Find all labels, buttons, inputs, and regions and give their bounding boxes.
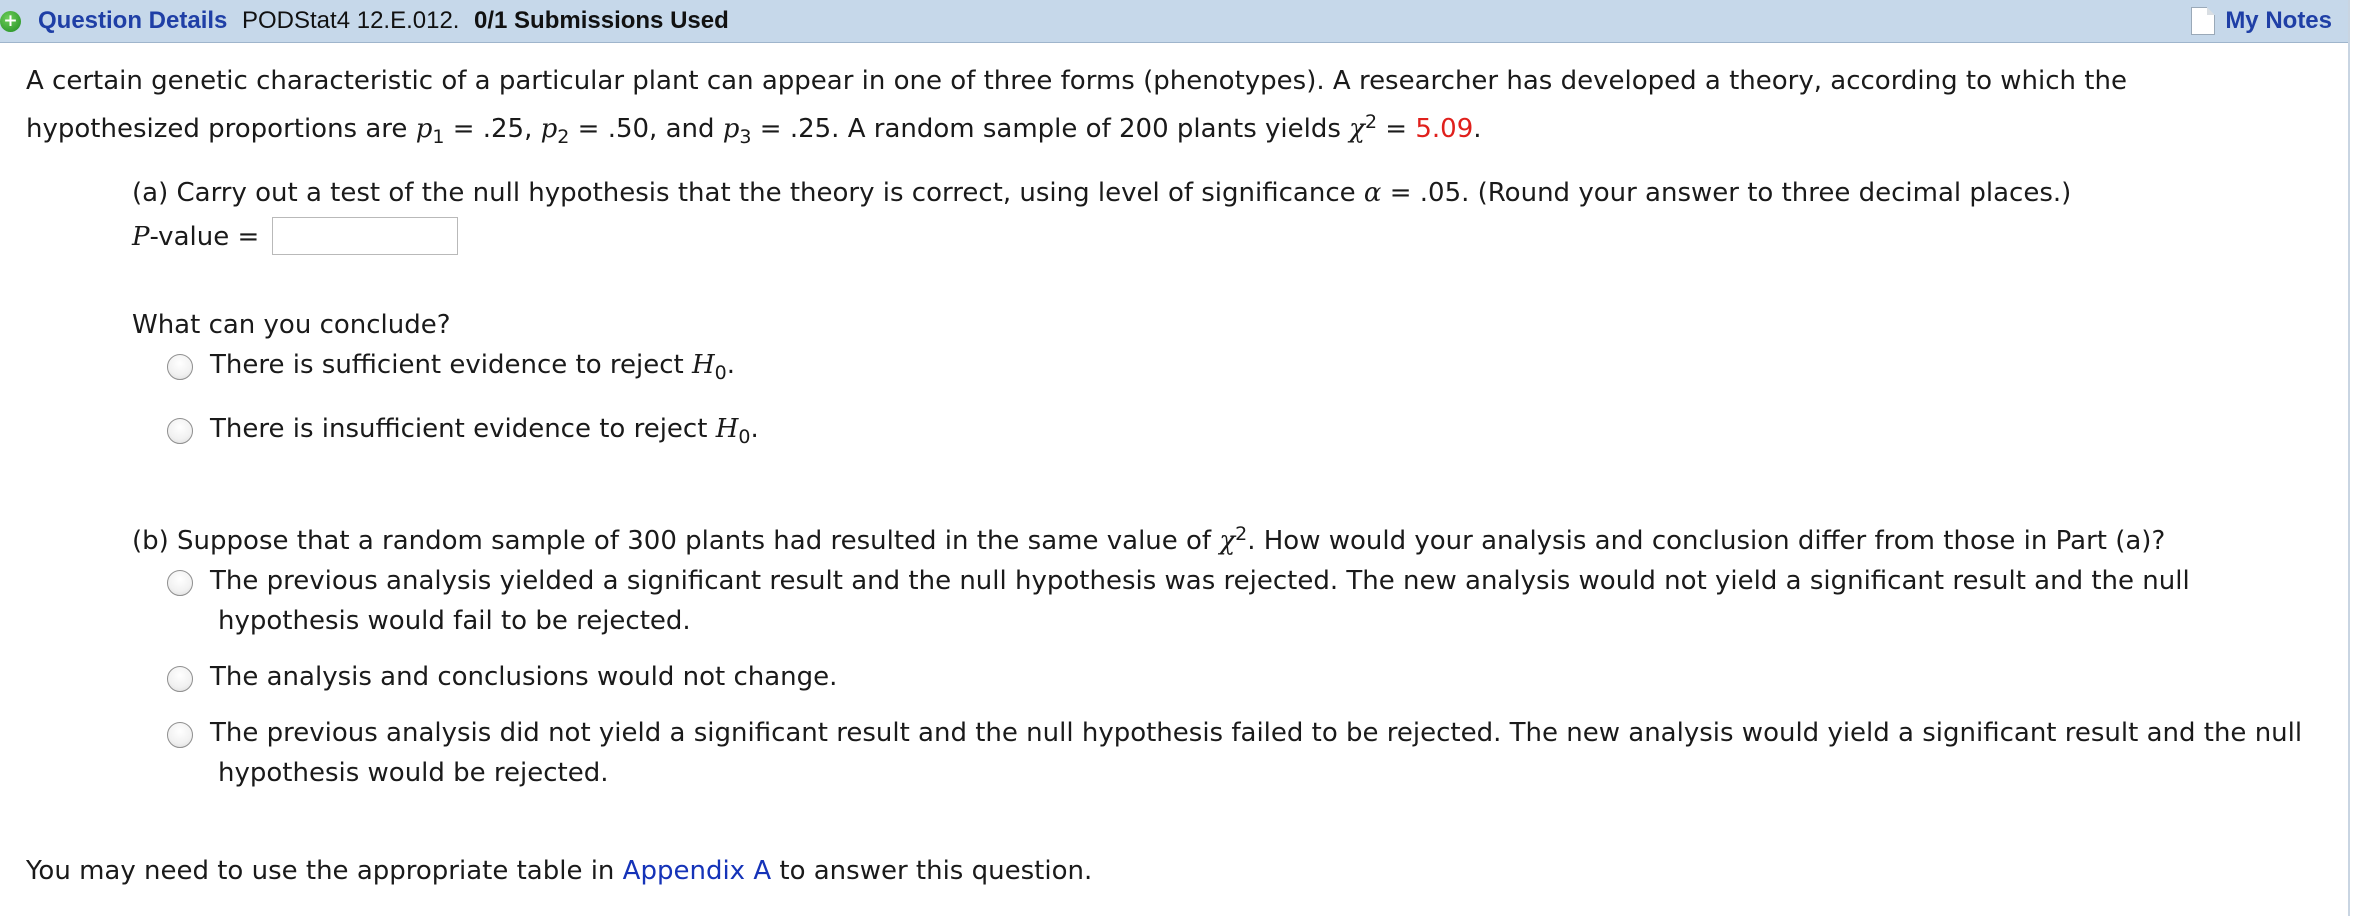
radio-b-option-2[interactable] [167,666,193,692]
chi-equals: = [1377,114,1416,144]
my-notes-label[interactable]: My Notes [2225,7,2332,35]
part-b-suffix: . How would your analysis and conclusion… [1247,526,2166,556]
option-end: . [726,350,736,380]
p1-variable: p [415,114,433,144]
p3-value: = .25. A random sample of 200 plants yie… [751,114,1341,144]
b-option-1-line2[interactable]: hypothesis would fail to be rejected. [218,604,691,638]
h0-subscript: 0 [714,362,727,384]
option-text: There is insufficient evidence to reject [210,414,708,444]
p2-subscript: 2 [557,126,570,148]
part-b-prompt: (b) Suppose that a random sample of 300 … [132,524,2165,558]
question-details-link[interactable]: Question Details [38,6,227,36]
intro-prefix: hypothesized proportions are [26,114,408,144]
chi-square-symbol: χ [1349,114,1365,144]
chi-square-exponent: 2 [1235,523,1248,545]
intro-period: . [1473,114,1482,144]
p3-variable: p [722,114,740,144]
radio-insufficient-evidence[interactable] [167,418,193,444]
h0-subscript: 0 [738,426,751,448]
pvalue-label: P-value = [132,220,259,254]
appendix-a-link[interactable]: Appendix A [623,856,771,886]
part-a-prefix: (a) Carry out a test of the null hypothe… [132,178,1356,208]
p1-value: = .25, [444,114,533,144]
submissions-count: 0/1 Submissions Used [474,7,729,34]
option-text: There is sufficient evidence to reject [210,350,684,380]
my-notes-button[interactable]: My Notes [2191,4,2332,38]
option-sufficient-evidence[interactable]: There is sufficient evidence to reject H… [210,348,736,384]
alpha-symbol: α [1363,178,1382,208]
p2-value: = .50, and [569,114,715,144]
radio-b-option-1[interactable] [167,570,193,596]
b-option-2-line1[interactable]: The analysis and conclusions would not c… [210,660,837,694]
radio-sufficient-evidence[interactable] [167,354,193,380]
appendix-note: You may need to use the appropriate tabl… [26,854,1092,888]
question-id: PODStat4 12.E.012. [242,7,460,34]
conclude-prompt: What can you conclude? [132,310,451,340]
part-a-instruction: (a) Carry out a test of the null hypothe… [132,176,2071,210]
h0-symbol: H [691,350,715,380]
appendix-prefix: You may need to use the appropriate tabl… [26,856,615,886]
p1-subscript: 1 [432,126,445,148]
expand-plus-icon[interactable]: + [0,11,21,32]
question-header: + Question Details PODStat4 12.E.012. 0/… [0,0,2348,43]
option-end: . [750,414,759,444]
part-b-prefix: (b) Suppose that a random sample of 300 … [132,526,1212,556]
b-option-3-line1[interactable]: The previous analysis did not yield a si… [210,716,2302,750]
h0-symbol: H [715,414,739,444]
chi-square-symbol: χ [1219,526,1236,556]
option-insufficient-evidence[interactable]: There is insufficient evidence to reject… [210,412,759,448]
pvalue-input[interactable] [272,217,458,255]
chi-square-value: 5.09 [1415,114,1474,144]
appendix-suffix: to answer this question. [779,856,1093,886]
p3-subscript: 3 [739,126,752,148]
part-a-suffix: = .05. (Round your answer to three decim… [1381,178,2072,208]
question-panel: + Question Details PODStat4 12.E.012. 0/… [0,0,2350,916]
problem-intro-line1: A certain genetic characteristic of a pa… [26,66,2127,96]
radio-b-option-3[interactable] [167,722,193,748]
pvalue-p: P [132,222,150,252]
note-page-icon [2191,7,2216,35]
chi-square-exponent: 2 [1364,111,1378,133]
pvalue-suffix: -value = [149,222,260,252]
b-option-1-line1[interactable]: The previous analysis yielded a signific… [210,564,2190,598]
problem-intro-line2: hypothesized proportions are p1 = .25, p… [26,111,1482,148]
b-option-3-line2[interactable]: hypothesis would be rejected. [218,756,609,790]
p2-variable: p [540,114,558,144]
